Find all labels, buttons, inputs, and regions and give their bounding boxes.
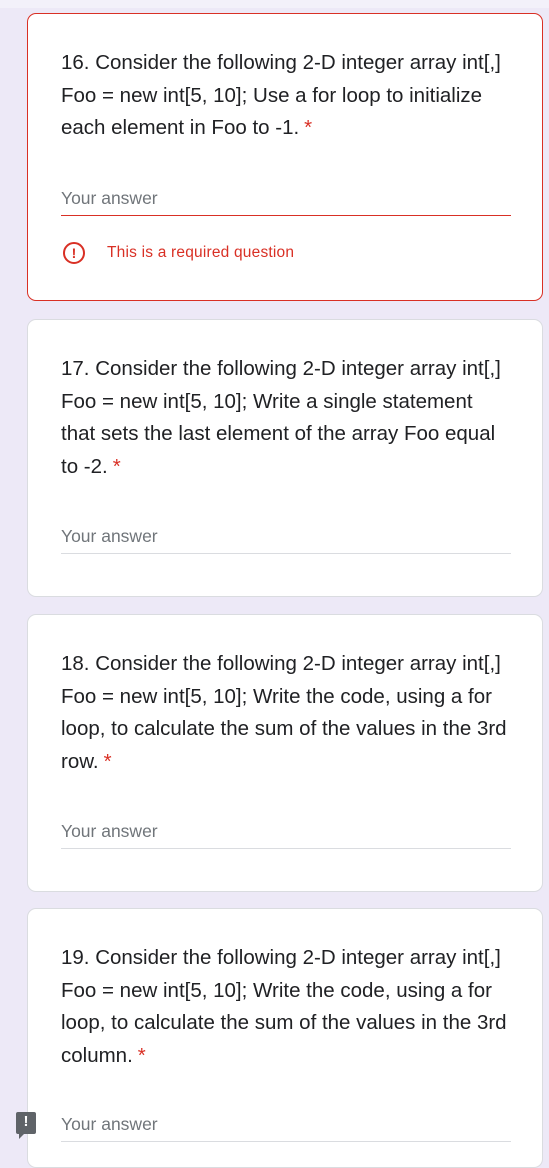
question-title: 19. Consider the following 2-D integer a… <box>61 942 511 1072</box>
feedback-icon[interactable]: ! <box>16 1112 36 1139</box>
question-card-17: 17. Consider the following 2-D integer a… <box>27 319 543 597</box>
question-text: 17. Consider the following 2-D integer a… <box>61 357 501 478</box>
error-text: This is a required question <box>107 244 295 261</box>
question-card-16: 16. Consider the following 2-D integer a… <box>27 13 543 301</box>
required-asterisk: * <box>112 454 121 478</box>
question-card-19: 19. Consider the following 2-D integer a… <box>27 908 543 1168</box>
answer-input[interactable] <box>61 182 511 216</box>
required-asterisk: * <box>103 749 112 773</box>
answer-input[interactable] <box>61 520 511 554</box>
answer-input[interactable] <box>61 1108 511 1142</box>
error-message: ! This is a required question <box>63 240 294 266</box>
required-asterisk: * <box>304 116 313 139</box>
question-title: 18. Consider the following 2-D integer a… <box>61 648 511 778</box>
error-icon: ! <box>63 242 85 264</box>
question-title: 17. Consider the following 2-D integer a… <box>61 353 511 483</box>
question-card-18: 18. Consider the following 2-D integer a… <box>27 614 543 892</box>
answer-input[interactable] <box>61 815 511 849</box>
page-top-edge <box>0 0 549 8</box>
question-text: 18. Consider the following 2-D integer a… <box>61 652 507 773</box>
question-title: 16. Consider the following 2-D integer a… <box>61 47 511 145</box>
question-text: 16. Consider the following 2-D integer a… <box>61 51 501 139</box>
required-asterisk: * <box>137 1043 146 1067</box>
question-text: 19. Consider the following 2-D integer a… <box>61 946 507 1067</box>
